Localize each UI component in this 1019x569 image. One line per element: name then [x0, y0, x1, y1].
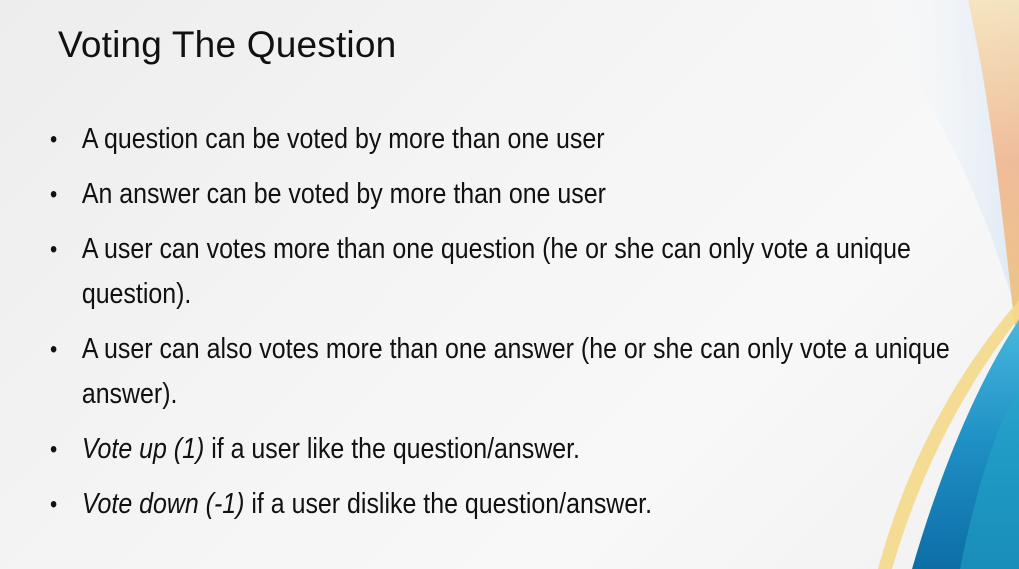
list-item: • A user can also votes more than one an… — [50, 327, 950, 417]
bullet-text: A user can votes more than one question … — [81, 233, 911, 310]
slide-title: Voting The Question — [58, 24, 397, 65]
bullet-list: • A question can be voted by more than o… — [50, 117, 950, 537]
bullet-dot-icon: • — [50, 126, 58, 153]
bullet-emphasis: Vote down (-1) — [81, 488, 245, 520]
bullet-dot-icon: • — [50, 336, 58, 363]
list-item: • A question can be voted by more than o… — [50, 117, 950, 162]
bullet-text: if a user like the question/answer. — [204, 433, 580, 465]
bullet-text: An answer can be voted by more than one … — [81, 178, 606, 210]
bullet-dot-icon: • — [50, 491, 58, 518]
bullet-dot-icon: • — [50, 236, 58, 263]
bullet-emphasis: Vote up (1) — [81, 433, 205, 465]
list-item: • A user can votes more than one questio… — [50, 227, 950, 317]
list-item: • Vote up (1) if a user like the questio… — [50, 427, 950, 472]
list-item: • An answer can be voted by more than on… — [50, 172, 950, 217]
bullet-dot-icon: • — [50, 181, 58, 208]
bullet-text: A user can also votes more than one answ… — [81, 333, 950, 410]
bullet-text: A question can be voted by more than one… — [81, 123, 605, 155]
bullet-dot-icon: • — [50, 436, 58, 463]
list-item: • Vote down (-1) if a user dislike the q… — [50, 482, 950, 527]
bullet-text: if a user dislike the question/answer. — [244, 488, 653, 520]
